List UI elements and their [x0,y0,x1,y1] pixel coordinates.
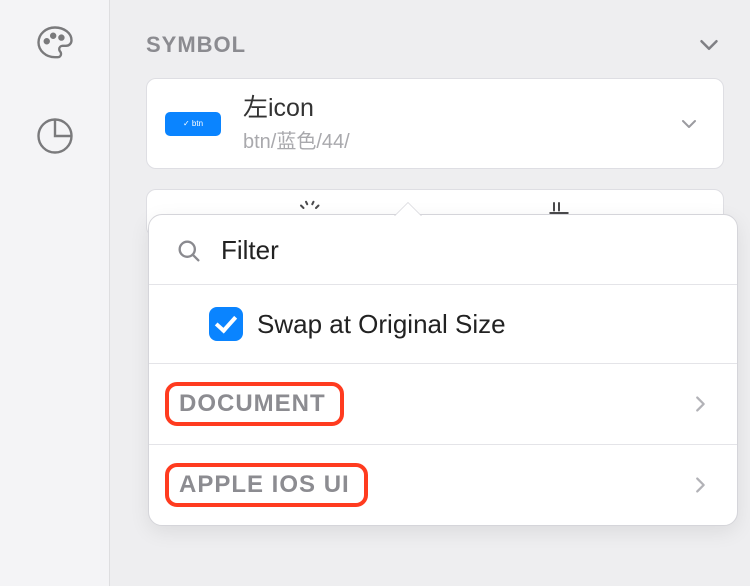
filter-input[interactable] [221,235,711,266]
chevron-down-icon [694,30,724,60]
pie-chart-icon[interactable] [33,114,77,158]
chevron-down-icon[interactable] [677,112,701,136]
symbol-preview-label: ✓ btn [183,119,203,128]
library-row-document[interactable]: DOCUMENT [149,364,737,445]
symbol-path: btn/蓝色/44/ [243,125,655,154]
chevron-right-icon [689,393,711,415]
symbol-instance-card[interactable]: ✓ btn 左icon btn/蓝色/44/ [146,78,724,169]
chevron-right-icon [689,474,711,496]
library-label: DOCUMENT [165,382,344,426]
swap-option-row[interactable]: Swap at Original Size [149,285,737,364]
swap-label: Swap at Original Size [257,309,506,340]
library-label: APPLE IOS UI [165,463,368,507]
palette-icon[interactable] [33,22,77,66]
left-sidebar [0,0,110,586]
symbol-name: 左icon [243,93,655,123]
symbol-swap-popover: Swap at Original Size DOCUMENT APPLE IOS… [148,214,738,526]
search-icon [175,237,203,265]
symbol-text-block: 左icon btn/蓝色/44/ [243,93,655,154]
symbol-preview: ✓ btn [165,112,221,136]
section-header[interactable]: SYMBOL [146,30,724,60]
checkbox-checked[interactable] [209,307,243,341]
library-row-apple-ios-ui[interactable]: APPLE IOS UI [149,445,737,525]
section-title: SYMBOL [146,32,246,58]
filter-row [149,215,737,285]
